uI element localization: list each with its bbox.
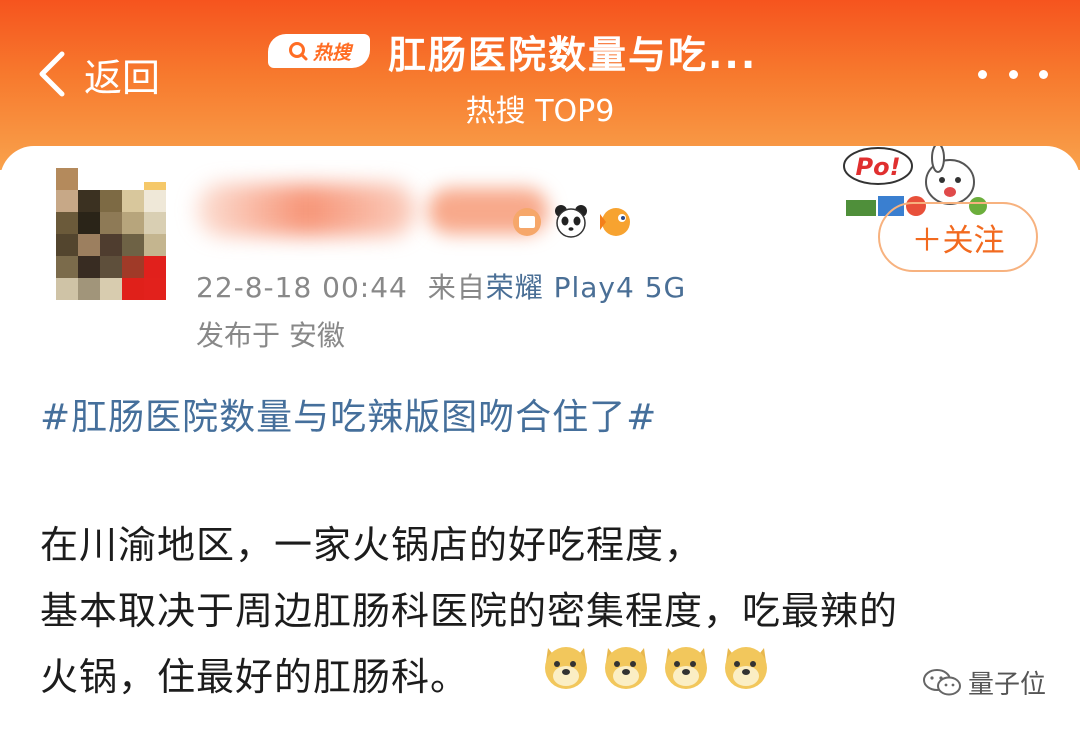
post-card: Po! ＋关注 22-8-18 00:44 来自荣耀 Play4 5G 发布于 … xyxy=(0,146,1080,730)
post-text-line: 在川渝地区，一家火锅店的好吃程度， xyxy=(40,523,704,567)
post-location: 发布于 安徽 xyxy=(196,319,345,352)
hashtag-link[interactable]: #肛肠医院数量与吃辣版图吻合住了# xyxy=(40,388,657,440)
doge-emoji-icon xyxy=(545,647,587,689)
user-badges xyxy=(508,202,634,240)
fish-icon xyxy=(600,208,630,236)
top-bar: 返回 热搜 肛肠医院数量与吃... 热搜 TOP9 xyxy=(0,0,1080,170)
wechat-icon xyxy=(923,668,961,695)
doge-emoji-icon xyxy=(605,647,647,689)
post-meta: 22-8-18 00:44 来自荣耀 Play4 5G xyxy=(196,266,686,306)
post-text-line: 火锅，住最好的肛肠科。 xyxy=(40,655,470,699)
page-title: 肛肠医院数量与吃... xyxy=(388,33,758,77)
dot-icon xyxy=(978,69,987,79)
post-text-line: 基本取决于周边肛肠科医院的密集程度，吃最辣的 xyxy=(40,589,899,633)
sticker-text: Po! xyxy=(855,153,900,181)
dot-icon xyxy=(1039,69,1048,79)
avatar[interactable] xyxy=(56,168,166,316)
blurred-username[interactable] xyxy=(166,176,556,246)
hot-search-badge[interactable]: 热搜 xyxy=(268,34,370,68)
page-subtitle: 热搜 TOP9 xyxy=(0,86,1080,130)
watermark: 量子位 xyxy=(922,664,1046,701)
search-icon xyxy=(288,42,308,61)
dot-icon xyxy=(1008,69,1018,79)
hot-badge-label: 热搜 xyxy=(312,41,351,64)
more-options-button[interactable] xyxy=(978,60,1048,88)
follow-button[interactable]: ＋关注 xyxy=(878,202,1038,272)
blur-patch xyxy=(196,184,416,236)
subtitle-text: 热搜 TOP9 xyxy=(465,94,615,129)
vip-badge-icon xyxy=(513,208,541,236)
device-link[interactable]: 荣耀 Play4 5G xyxy=(486,271,687,304)
doge-emoji-icon xyxy=(665,647,707,689)
panda-icon xyxy=(555,205,587,238)
source-prefix: 来自 xyxy=(427,271,486,304)
post-timestamp: 22-8-18 00:44 xyxy=(196,271,408,304)
doge-emoji-icon xyxy=(725,647,767,689)
emoji-group xyxy=(540,640,772,692)
watermark-text: 量子位 xyxy=(968,670,1047,700)
